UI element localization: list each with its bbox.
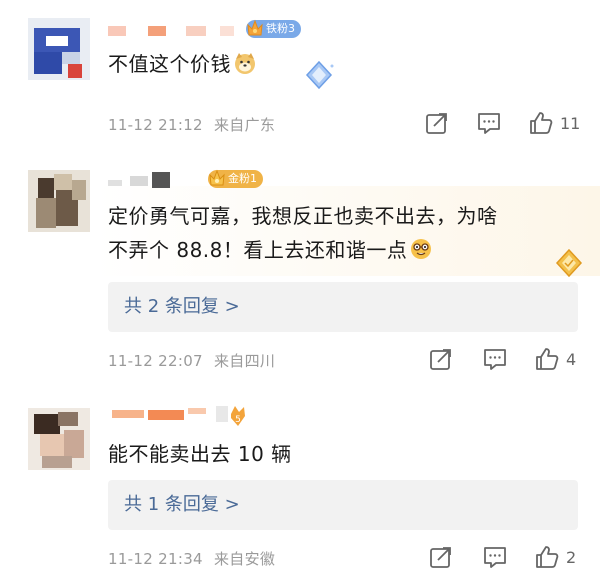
comment-text[interactable]: 不值这个价钱 bbox=[108, 48, 257, 80]
comment-meta: 11-12 21:34 来自安徽 bbox=[108, 548, 275, 569]
comment-icon[interactable] bbox=[482, 346, 508, 372]
svg-text:5: 5 bbox=[235, 415, 241, 425]
fan-badge: 铁粉3 bbox=[246, 19, 301, 38]
like-count: 4 bbox=[566, 350, 577, 369]
like-icon[interactable] bbox=[534, 346, 560, 372]
nerd-emoji-icon bbox=[411, 239, 432, 259]
like-count: 2 bbox=[566, 548, 577, 567]
location: 来自四川 bbox=[213, 352, 276, 370]
timestamp: 11-12 21:12 bbox=[108, 116, 203, 134]
timestamp: 11-12 21:34 bbox=[108, 550, 203, 568]
badge-gold-icon bbox=[555, 248, 583, 278]
comment-actions: 11 bbox=[420, 110, 590, 138]
avatar[interactable] bbox=[28, 18, 90, 80]
crown-icon bbox=[209, 169, 225, 186]
avatar[interactable] bbox=[28, 408, 90, 470]
share-icon[interactable] bbox=[428, 544, 454, 570]
comment-text[interactable]: 定价勇气可嘉，我想反正也卖不出去，为啥 不弄个 88.8！看上去还和谐一点 bbox=[108, 200, 498, 266]
comment-actions: 2 bbox=[420, 544, 590, 572]
view-replies-button[interactable]: 共 1 条回复 > bbox=[108, 480, 578, 530]
location: 来自安徽 bbox=[213, 550, 276, 568]
comment-text[interactable]: 能不能卖出去 10 辆 bbox=[108, 438, 292, 470]
comment-meta: 11-12 21:12 来自广东 bbox=[108, 114, 275, 135]
view-replies-button[interactable]: 共 2 条回复 > bbox=[108, 282, 578, 332]
timestamp: 11-12 22:07 bbox=[108, 352, 203, 370]
like-icon[interactable] bbox=[534, 544, 560, 570]
location: 来自广东 bbox=[213, 116, 276, 134]
comment-icon[interactable] bbox=[476, 110, 502, 136]
comment-actions: 4 bbox=[420, 346, 590, 374]
avatar[interactable] bbox=[28, 170, 90, 232]
like-count: 11 bbox=[560, 114, 581, 133]
crown-icon bbox=[247, 19, 263, 36]
comment-meta: 11-12 22:07 来自四川 bbox=[108, 350, 275, 371]
fan-badge: 金粉1 bbox=[208, 169, 263, 188]
share-icon[interactable] bbox=[424, 110, 450, 136]
username-redacted[interactable] bbox=[108, 172, 208, 194]
comment-3: 5 能不能卖出去 10 辆 共 1 条回复 > 11-12 21:34 来自安徽… bbox=[0, 390, 600, 573]
level-badge-icon: 5 bbox=[231, 406, 245, 426]
share-icon[interactable] bbox=[428, 346, 454, 372]
comment-2: 金粉1 定价勇气可嘉，我想反正也卖不出去，为啥 不弄个 88.8！看上去还和谐一… bbox=[0, 150, 600, 390]
badge-diamond-icon bbox=[305, 60, 334, 90]
fan-badge-label: 铁粉3 bbox=[266, 22, 295, 35]
like-icon[interactable] bbox=[528, 110, 554, 136]
comment-1: 铁粉3 不值这个价钱 11-12 21:12 来自广东 11 bbox=[0, 0, 600, 150]
doge-emoji-icon bbox=[235, 53, 255, 74]
comment-icon[interactable] bbox=[482, 544, 508, 570]
fan-badge-label: 金粉1 bbox=[228, 172, 257, 185]
